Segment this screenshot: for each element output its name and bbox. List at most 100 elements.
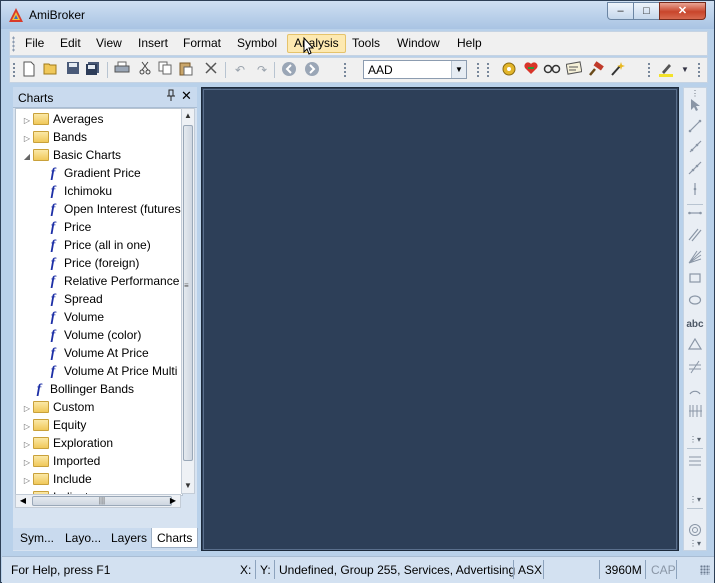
chart-area[interactable] — [201, 87, 679, 551]
parallel-lines-icon[interactable] — [686, 228, 704, 246]
menu-insert[interactable]: Insert — [132, 34, 174, 53]
tree-formula-item[interactable]: f Spread — [46, 290, 103, 308]
pin-icon[interactable] — [166, 89, 176, 104]
tree-formula-item[interactable]: f Price — [46, 218, 92, 236]
undo-icon[interactable]: ↶ — [231, 61, 249, 79]
ellipse-icon[interactable] — [686, 294, 704, 312]
open-icon[interactable] — [42, 61, 60, 79]
tree-formula-item[interactable]: f Ichimoku — [46, 182, 112, 200]
toolbar-grip[interactable] — [647, 62, 651, 79]
scroll-down-icon[interactable]: ▼ — [182, 479, 194, 493]
scroll-right-icon[interactable]: ▶ — [166, 495, 180, 507]
menu-symbol[interactable]: Symbol — [231, 34, 283, 53]
triangle-icon[interactable] — [686, 337, 704, 356]
ray-icon[interactable] — [686, 140, 704, 158]
horizontal-line-icon[interactable] — [686, 206, 704, 224]
highlighter-icon[interactable] — [657, 61, 675, 79]
chart-pane[interactable] — [203, 89, 677, 550]
tree-folder-item[interactable]: ▷ Bands — [22, 128, 87, 146]
tree-formula-item[interactable]: f Gradient Price — [46, 164, 141, 182]
forward-icon[interactable] — [303, 61, 321, 79]
toolbar-grip[interactable] — [476, 62, 480, 79]
menu-analysis[interactable]: Analysis — [287, 34, 346, 53]
scroll-left-icon[interactable]: ◀ — [16, 495, 30, 507]
save-all-icon[interactable] — [84, 61, 102, 79]
vertical-line-icon[interactable] — [686, 182, 704, 200]
maximize-button[interactable]: □ — [633, 2, 660, 20]
toolbar-grip[interactable] — [12, 62, 16, 79]
tree-folder-item[interactable]: ▷ Custom — [22, 398, 94, 416]
paste-icon[interactable] — [177, 61, 195, 79]
arc-icon[interactable] — [686, 382, 704, 400]
fibonacci-timezones-icon[interactable] — [686, 404, 704, 422]
tree-folder-item[interactable]: ◢ Basic Charts — [22, 146, 121, 164]
tree-formula-item[interactable]: f Open Interest (futures — [46, 200, 181, 218]
tree-formula-item[interactable]: f Price (all in one) — [46, 236, 151, 254]
panel-header[interactable]: Charts ✕ — [13, 87, 197, 108]
tree-folder-item[interactable]: ▷ Imported — [22, 452, 100, 470]
wand-icon[interactable] — [608, 61, 626, 79]
tree-formula-item[interactable]: f Relative Performance — [46, 272, 180, 290]
more-tools-icon[interactable]: ⋮▾ — [686, 436, 704, 454]
scan-icon[interactable] — [565, 61, 583, 79]
tree-folder-item[interactable]: ▷ Equity — [22, 416, 86, 434]
tree-folder-item[interactable]: ▷ Include — [22, 470, 92, 488]
menu-file[interactable]: File — [19, 34, 50, 53]
close-icon[interactable]: ✕ — [181, 88, 192, 104]
rectangle-icon[interactable] — [686, 272, 704, 290]
toolbar-grip[interactable] — [486, 62, 490, 79]
tree-folder-item[interactable]: ▷ Averages — [22, 110, 104, 128]
print-icon[interactable] — [113, 61, 131, 79]
hammer-icon[interactable] — [587, 61, 605, 79]
expanded-triangle-icon[interactable]: ◢ — [22, 148, 32, 166]
menu-tools[interactable]: Tools — [346, 34, 386, 53]
close-button[interactable]: ✕ — [659, 2, 706, 20]
tab-layouts[interactable]: Layo... — [60, 528, 106, 548]
fibonacci-fan-icon[interactable] — [686, 250, 704, 268]
toolbar-grip[interactable] — [697, 62, 701, 79]
charts-tree[interactable]: ▷ Averages ▷ Bands ◢ Basic Charts f Gradient Pr… — [15, 108, 183, 496]
menu-format[interactable]: Format — [177, 34, 227, 53]
tree-folder-item[interactable]: ▷ Exploration — [22, 434, 113, 452]
cut-icon[interactable] — [136, 61, 154, 79]
delete-icon[interactable] — [202, 61, 220, 79]
tree-horizontal-scrollbar[interactable]: ◀ ||| ▶ — [15, 494, 181, 508]
glasses-icon[interactable] — [543, 61, 561, 79]
tree-formula-item[interactable]: f Volume At Price Multi — [46, 362, 178, 380]
fibonacci-retracement-icon[interactable] — [686, 454, 704, 472]
tree-formula-item[interactable]: f Volume — [46, 308, 104, 326]
symbol-combo[interactable]: AAD ▼ — [363, 60, 467, 79]
extended-line-icon[interactable] — [686, 161, 704, 179]
scroll-thumb[interactable] — [183, 125, 193, 461]
menu-edit[interactable]: Edit — [54, 34, 87, 53]
line-icon[interactable] — [686, 119, 704, 137]
menu-grip[interactable] — [12, 36, 15, 52]
scroll-up-icon[interactable]: ▲ — [182, 109, 194, 123]
pointer-icon[interactable] — [686, 98, 704, 116]
title-bar[interactable]: AmiBroker – □ ✕ — [1, 1, 714, 29]
copy-icon[interactable] — [156, 61, 174, 79]
settings-icon[interactable] — [500, 61, 518, 79]
chevron-down-icon[interactable]: ▼ — [676, 61, 694, 79]
text-tool-icon[interactable]: abc — [686, 316, 704, 334]
tree-formula-item[interactable]: f Volume (color) — [46, 326, 142, 344]
cycles-icon[interactable] — [686, 360, 704, 378]
redo-icon[interactable]: ↷ — [253, 61, 271, 79]
tab-symbols[interactable]: Sym... — [15, 528, 59, 548]
menu-help[interactable]: Help — [451, 34, 488, 53]
new-icon[interactable] — [20, 61, 38, 79]
tree-formula-item[interactable]: f Price (foreign) — [46, 254, 140, 272]
toolbar-grip[interactable] — [343, 62, 347, 79]
menu-view[interactable]: View — [90, 34, 128, 53]
back-icon[interactable] — [280, 61, 298, 79]
more-tools-icon-2[interactable]: ⋮▾ — [686, 496, 704, 514]
minimize-button[interactable]: – — [607, 2, 634, 20]
resize-grip-icon[interactable] — [700, 565, 710, 575]
scroll-thumb-horizontal[interactable]: ||| — [32, 496, 172, 506]
tree-formula-item[interactable]: f Volume At Price — [46, 344, 149, 362]
chevron-down-icon[interactable]: ▼ — [451, 61, 466, 78]
save-icon[interactable] — [64, 61, 82, 79]
tree-formula-item[interactable]: f Bollinger Bands — [22, 380, 134, 398]
menu-window[interactable]: Window — [391, 34, 446, 53]
tab-charts[interactable]: Charts — [151, 528, 199, 548]
